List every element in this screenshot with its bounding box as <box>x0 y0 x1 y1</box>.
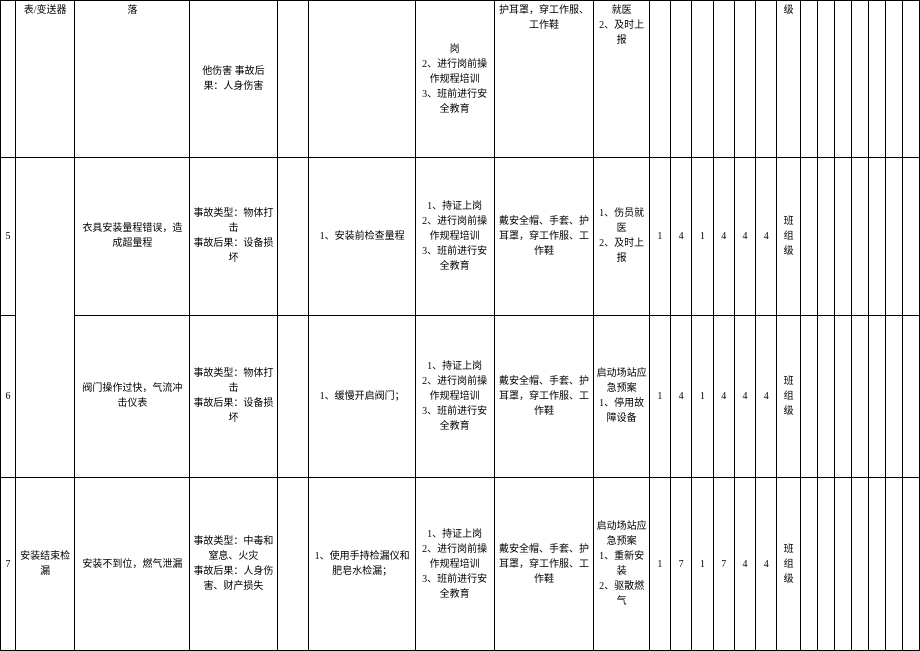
cell-blank <box>800 478 817 651</box>
cell-num: 7 <box>671 478 692 651</box>
cell-blank <box>309 1 415 158</box>
cell-emergency: 启动场站应急预案1、停用故障设备 <box>594 315 649 478</box>
cell-blank <box>902 1 919 158</box>
cell-acc-frag: 他伤害 事故后果：人身伤害 <box>190 1 277 158</box>
cell-desc: 阀门操作过快，气流冲击仪表 <box>75 315 190 478</box>
cell-blank <box>834 158 851 315</box>
cell-emergency: 1、伤员就医2、及时上报 <box>594 158 649 315</box>
cell-accident: 事故类型：物体打击事故后果：设备损坏 <box>190 315 277 478</box>
table-row: 表/变送器 落 他伤害 事故后果：人身伤害 岗2、进行岗前操作规程培训3、班前进… <box>1 1 920 158</box>
cell-blank <box>868 315 885 478</box>
cell-blank <box>800 315 817 478</box>
cell-blank <box>868 1 885 158</box>
cell-ppe: 戴安全帽、手套、护耳罩，穿工作服、工作鞋 <box>494 478 594 651</box>
cell-blank <box>817 478 834 651</box>
cell-blank <box>902 158 919 315</box>
risk-table: 表/变送器 落 他伤害 事故后果：人身伤害 岗2、进行岗前操作规程培训3、班前进… <box>0 0 920 651</box>
cell-blank <box>885 158 902 315</box>
cell-num: 4 <box>756 315 777 478</box>
cell-num: 1 <box>649 315 670 478</box>
cell-blank <box>277 315 309 478</box>
cell-ppe: 戴安全帽、手套、护耳罩，穿工作服、工作鞋 <box>494 315 594 478</box>
cell-num: 1 <box>692 315 713 478</box>
cell-desc: 衣具安装量程错误，造成超量程 <box>75 158 190 315</box>
cell-training: 1、持证上岗2、进行岗前操作规程培训3、班前进行安全教育 <box>415 478 494 651</box>
cell-blank <box>817 158 834 315</box>
cell-accident: 事故类型：物体打击事故后果：设备损坏 <box>190 158 277 315</box>
cell-blank <box>851 315 868 478</box>
cell-ppe-frag: 护耳罩，穿工作服、工作鞋 <box>494 1 594 158</box>
cell-lvl-frag: 级 <box>777 1 800 158</box>
cell-blank <box>734 1 755 158</box>
cell-task-frag: 表/变送器 <box>15 1 75 158</box>
cell-blank <box>277 478 309 651</box>
cell-control: 1、缓慢开启阀门； <box>309 315 415 478</box>
cell-blank <box>834 315 851 478</box>
cell-task: 安装结束检漏 <box>15 478 75 651</box>
row-index: 6 <box>1 315 16 478</box>
cell-num: 4 <box>671 315 692 478</box>
cell-blank <box>868 158 885 315</box>
cell-num: 4 <box>713 315 734 478</box>
cell-blank <box>851 158 868 315</box>
cell-num: 1 <box>649 158 670 315</box>
cell-training: 1、持证上岗2、进行岗前操作规程培训3、班前进行安全教育 <box>415 158 494 315</box>
cell-blank <box>851 478 868 651</box>
cell-emg-frag: 就医2、及时上报 <box>594 1 649 158</box>
cell-blank <box>902 478 919 651</box>
cell-level: 班组级 <box>777 315 800 478</box>
table-row: 6 阀门操作过快，气流冲击仪表 事故类型：物体打击事故后果：设备损坏 1、缓慢开… <box>1 315 920 478</box>
cell-blank <box>800 158 817 315</box>
cell-blank <box>885 1 902 158</box>
cell-num: 4 <box>734 478 755 651</box>
cell-blank <box>817 1 834 158</box>
cell-task <box>15 158 75 478</box>
cell-num: 4 <box>734 315 755 478</box>
cell-num: 4 <box>756 158 777 315</box>
cell-blank <box>277 158 309 315</box>
table-row: 5 衣具安装量程错误，造成超量程 事故类型：物体打击事故后果：设备损坏 1、安装… <box>1 158 920 315</box>
cell-accident: 事故类型：中毒和窒息、火灾事故后果：人身伤害、财产损失 <box>190 478 277 651</box>
cell-blank <box>885 315 902 478</box>
cell-blank <box>851 1 868 158</box>
cell-num: 4 <box>734 158 755 315</box>
cell-num: 1 <box>692 158 713 315</box>
cell-num: 1 <box>692 478 713 651</box>
cell-blank <box>649 1 670 158</box>
cell-emergency: 启动场站应急预案1、重新安装2、驱散燃气 <box>594 478 649 651</box>
row-index: 5 <box>1 158 16 315</box>
table-row: 7 安装结束检漏 安装不到位，燃气泄漏 事故类型：中毒和窒息、火灾事故后果：人身… <box>1 478 920 651</box>
cell-level: 班组级 <box>777 478 800 651</box>
cell-train-frag: 岗2、进行岗前操作规程培训3、班前进行安全教育 <box>415 1 494 158</box>
cell-training: 1、持证上岗2、进行岗前操作规程培训3、班前进行安全教育 <box>415 315 494 478</box>
cell-control: 1、使用手持检漏仪和肥皂水检漏； <box>309 478 415 651</box>
cell-control: 1、安装前检查量程 <box>309 158 415 315</box>
cell-blank <box>713 1 734 158</box>
cell-num: 7 <box>713 478 734 651</box>
cell-blank <box>817 315 834 478</box>
cell-ppe: 戴安全帽、手套、护耳罩，穿工作服、工作鞋 <box>494 158 594 315</box>
cell-blank <box>671 1 692 158</box>
cell-blank <box>834 1 851 158</box>
cell-blank <box>277 1 309 158</box>
row-index: 7 <box>1 478 16 651</box>
cell-num: 4 <box>713 158 734 315</box>
cell-blank <box>756 1 777 158</box>
cell-level: 班组级 <box>777 158 800 315</box>
cell-blank <box>885 478 902 651</box>
cell-num: 4 <box>756 478 777 651</box>
cell-num: 4 <box>671 158 692 315</box>
cell-num: 1 <box>649 478 670 651</box>
cell-blank <box>902 315 919 478</box>
cell-desc-frag: 落 <box>75 1 190 158</box>
cell-blank <box>692 1 713 158</box>
cell-blank <box>1 1 16 158</box>
cell-blank <box>800 1 817 158</box>
cell-blank <box>868 478 885 651</box>
cell-desc: 安装不到位，燃气泄漏 <box>75 478 190 651</box>
cell-blank <box>834 478 851 651</box>
